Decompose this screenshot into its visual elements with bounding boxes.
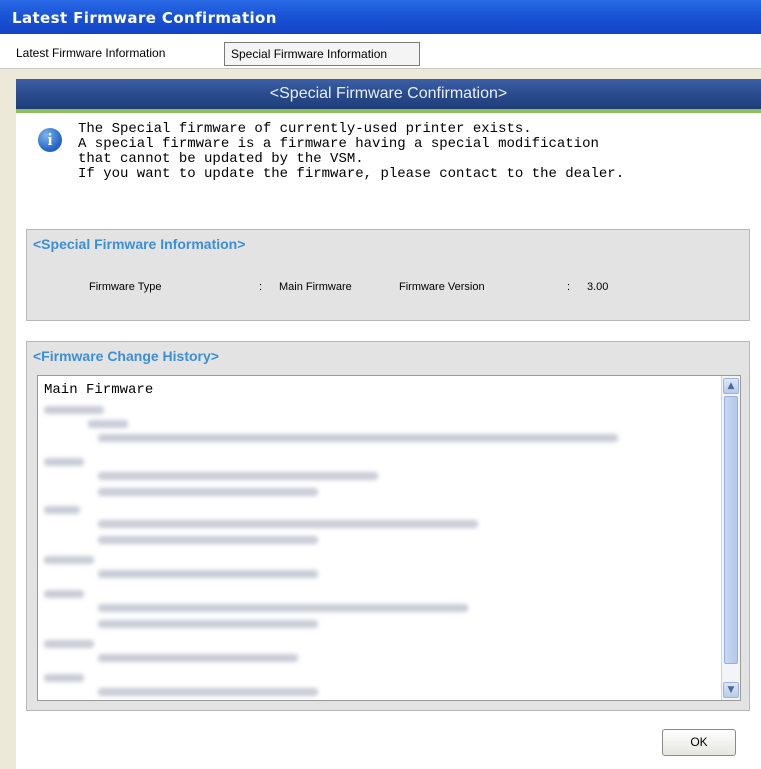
redacted-text xyxy=(88,420,128,428)
scroll-down-icon[interactable]: ▼ xyxy=(723,682,739,698)
window-title: Latest Firmware Confirmation xyxy=(12,9,277,27)
redacted-text xyxy=(98,536,318,544)
redacted-text xyxy=(44,590,84,598)
firmware-type-value: Main Firmware xyxy=(279,281,352,293)
tab-strip: Latest Firmware Information Special Firm… xyxy=(0,34,761,69)
tab-special-firmware-information[interactable]: Special Firmware Information xyxy=(224,42,420,66)
group-legend: <Firmware Change History> xyxy=(33,348,219,364)
redacted-text xyxy=(98,520,478,528)
message-line: The Special firmware of currently-used p… xyxy=(78,121,532,137)
special-firmware-info-group: <Special Firmware Information> Firmware … xyxy=(26,229,750,321)
redacted-text xyxy=(44,458,84,466)
history-first-line: Main Firmware xyxy=(44,382,154,398)
dialog-window: Latest Firmware Confirmation Latest Firm… xyxy=(0,0,761,769)
redacted-text xyxy=(98,472,378,480)
section-banner: <Special Firmware Confirmation> xyxy=(16,79,761,109)
redacted-text xyxy=(98,654,298,662)
group-legend: <Special Firmware Information> xyxy=(33,236,246,252)
info-icon: i xyxy=(38,128,62,152)
redacted-text xyxy=(98,688,318,696)
redacted-text xyxy=(98,604,468,612)
confirmation-message: The Special firmware of currently-used p… xyxy=(78,122,758,182)
firmware-change-history-group: <Firmware Change History> Main Firmware xyxy=(26,341,750,711)
history-scrollbar[interactable]: ▲ ▼ xyxy=(721,376,740,700)
title-bar[interactable]: Latest Firmware Confirmation xyxy=(0,0,761,34)
redacted-text xyxy=(44,640,94,648)
ok-button[interactable]: OK xyxy=(662,729,736,756)
firmware-version-label: Firmware Version xyxy=(399,281,485,293)
firmware-version-separator: : xyxy=(567,281,571,293)
firmware-type-label: Firmware Type xyxy=(89,281,162,293)
redacted-text xyxy=(98,434,618,442)
scroll-up-icon[interactable]: ▲ xyxy=(723,378,739,394)
redacted-text xyxy=(44,556,94,564)
redacted-text xyxy=(98,570,318,578)
redacted-text xyxy=(44,506,80,514)
message-line: A special firmware is a firmware having … xyxy=(78,136,599,152)
firmware-version-value: 3.00 xyxy=(587,281,609,293)
change-history-textbox[interactable]: Main Firmware ▲ ▼ xyxy=(37,375,741,701)
message-line: If you want to update the firmware, plea… xyxy=(78,166,625,182)
banner-title: <Special Firmware Confirmation> xyxy=(269,85,508,102)
scroll-thumb[interactable] xyxy=(724,396,738,664)
redacted-text xyxy=(44,406,104,414)
message-line: that cannot be updated by the VSM. xyxy=(78,151,364,167)
redacted-text xyxy=(44,674,84,682)
firmware-type-separator: : xyxy=(259,281,263,293)
tab-latest-firmware-information[interactable]: Latest Firmware Information xyxy=(10,42,214,66)
redacted-text xyxy=(98,620,318,628)
redacted-text xyxy=(98,488,318,496)
